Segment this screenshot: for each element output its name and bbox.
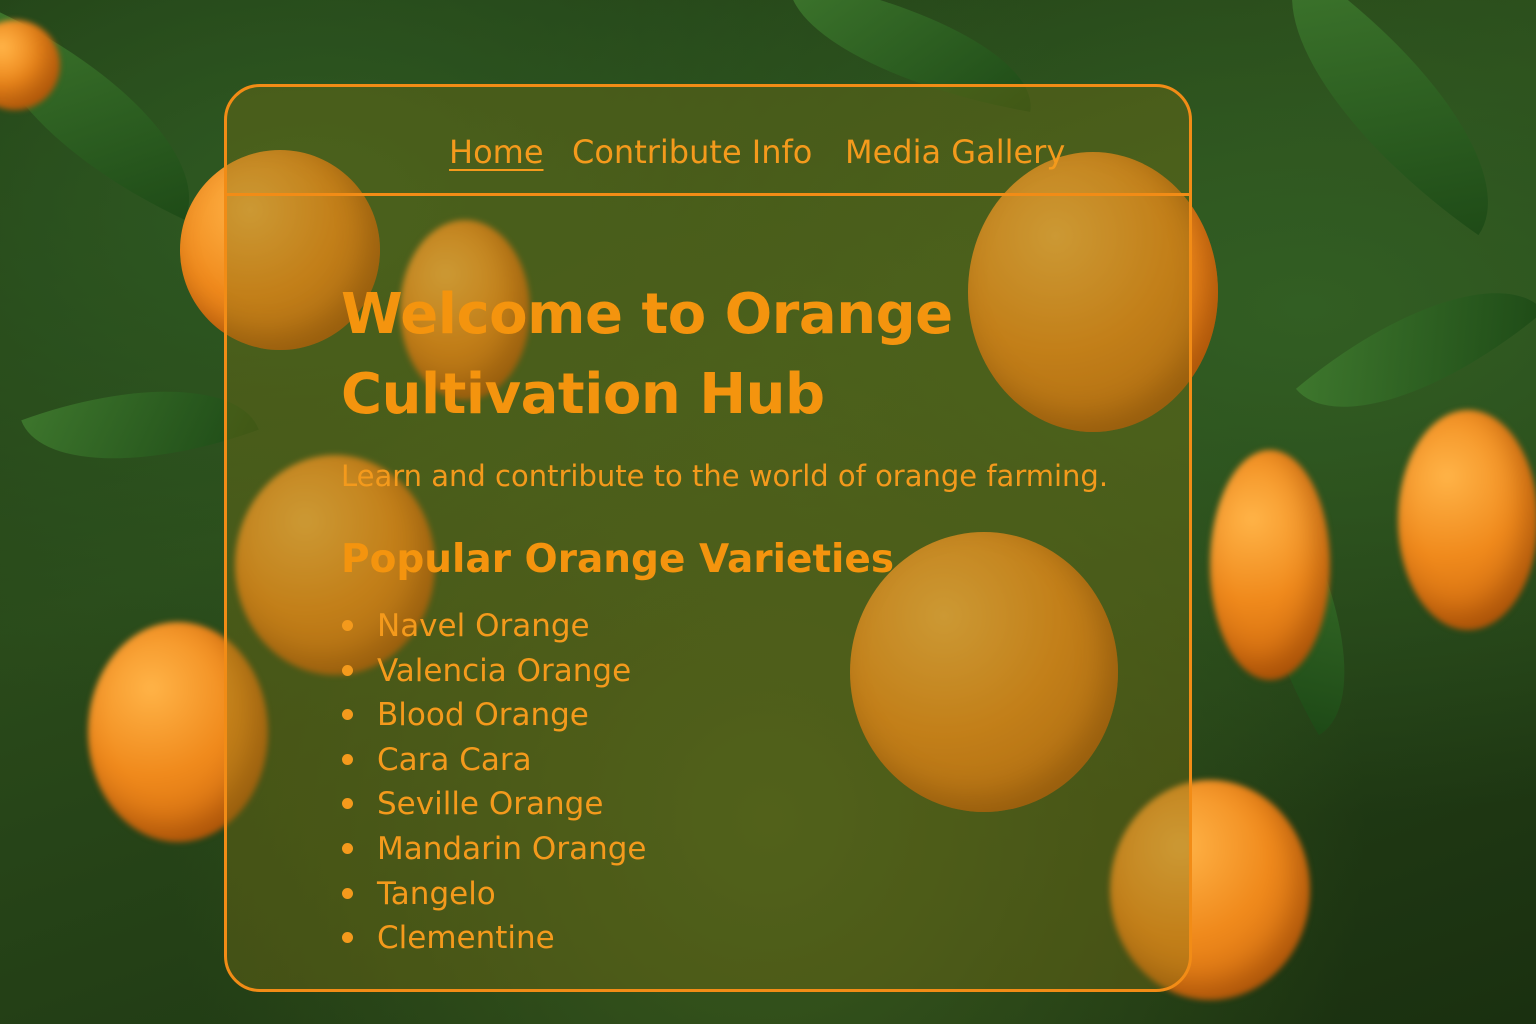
list-item: Mandarin Orange bbox=[341, 827, 1161, 872]
variety-name: Mandarin Orange bbox=[377, 830, 647, 867]
variety-name: Valencia Orange bbox=[377, 652, 632, 689]
varieties-list: Navel Orange Valencia Orange Blood Orang… bbox=[341, 604, 1161, 961]
bullet-dot-icon bbox=[342, 887, 353, 899]
list-item: Cara Cara bbox=[341, 738, 1161, 783]
content-panel: Home Contribute Info Media Gallery Welco… bbox=[224, 84, 1192, 992]
bullet-dot-icon bbox=[342, 620, 353, 631]
bullet-dot-icon bbox=[342, 664, 353, 676]
bullet-dot-icon bbox=[342, 753, 353, 765]
nav-contribute-info-link[interactable]: Contribute Info bbox=[572, 133, 812, 171]
variety-name: Clementine bbox=[377, 920, 555, 957]
list-item: Clementine bbox=[341, 916, 1161, 961]
list-item: Blood Orange bbox=[341, 693, 1161, 738]
orange-fruit bbox=[1210, 450, 1330, 680]
variety-name: Tangelo bbox=[377, 875, 496, 912]
main-content: Welcome to Orange Cultivation Hub Learn … bbox=[341, 275, 1161, 961]
orange-fruit bbox=[1398, 410, 1536, 630]
nav-home-link[interactable]: Home bbox=[449, 133, 544, 171]
leaf-decoration bbox=[1232, 0, 1536, 236]
bullet-dot-icon bbox=[342, 932, 353, 944]
variety-name: Cara Cara bbox=[377, 741, 532, 778]
nav-media-gallery-link[interactable]: Media Gallery bbox=[845, 133, 1065, 171]
bullet-dot-icon bbox=[342, 798, 353, 810]
variety-name: Navel Orange bbox=[377, 608, 590, 644]
top-navigation: Home Contribute Info Media Gallery bbox=[227, 87, 1189, 196]
list-item: Seville Orange bbox=[341, 782, 1161, 827]
varieties-heading: Popular Orange Varieties bbox=[341, 537, 895, 582]
list-item: Navel Orange bbox=[341, 604, 1161, 649]
list-item: Valencia Orange bbox=[341, 649, 1161, 694]
page-title: Welcome to Orange Cultivation Hub bbox=[341, 282, 953, 427]
variety-name: Blood Orange bbox=[377, 697, 589, 734]
bullet-dot-icon bbox=[342, 709, 353, 721]
variety-name: Seville Orange bbox=[377, 786, 604, 823]
list-item: Tangelo bbox=[341, 872, 1161, 917]
page-subtitle: Learn and contribute to the world of ora… bbox=[341, 459, 1109, 493]
bullet-dot-icon bbox=[342, 842, 353, 854]
